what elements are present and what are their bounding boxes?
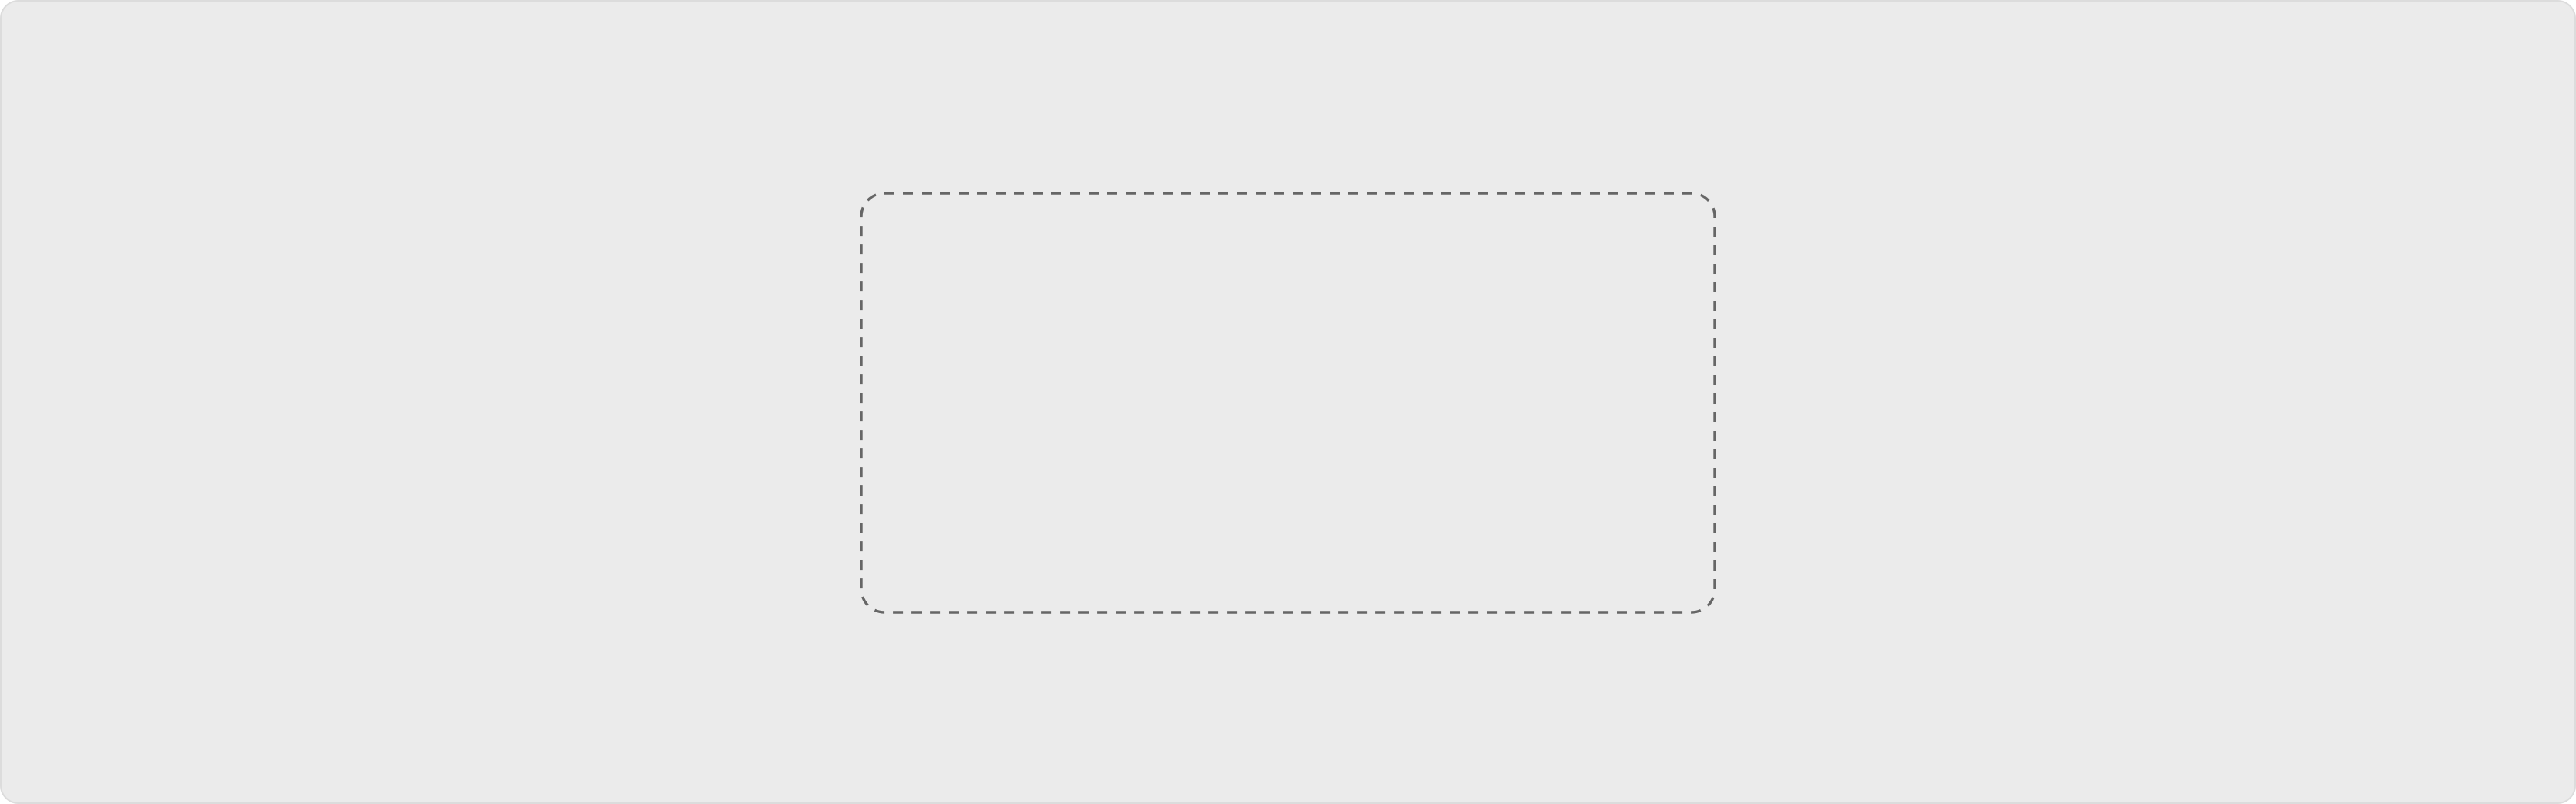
dashed-border (860, 192, 1716, 614)
canvas (0, 0, 2576, 804)
dashed-placeholder-box[interactable] (860, 192, 1716, 614)
